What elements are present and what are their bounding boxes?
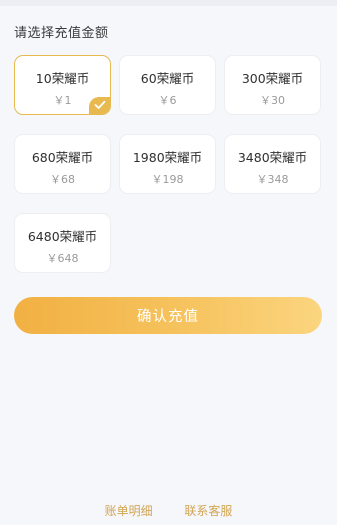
recharge-option-680[interactable]: 680荣耀币 ￥68 [14, 134, 111, 194]
option-price: ￥648 [46, 252, 79, 265]
recharge-option-1980[interactable]: 1980荣耀币 ￥198 [119, 134, 216, 194]
option-price: ￥348 [256, 173, 289, 186]
recharge-option-10[interactable]: 10荣耀币 ￥1 [14, 55, 111, 115]
bill-details-link[interactable]: 账单明细 [105, 502, 153, 519]
option-price: ￥68 [50, 173, 75, 186]
recharge-option-60[interactable]: 60荣耀币 ￥6 [119, 55, 216, 115]
recharge-options-grid: 10荣耀币 ￥1 60荣耀币 ￥6 300荣耀币 ￥30 680荣耀币 ￥68 … [14, 55, 322, 273]
confirm-recharge-button[interactable]: 确认充值 [14, 297, 322, 334]
option-price: ￥198 [151, 173, 184, 186]
option-name: 10荣耀币 [35, 71, 90, 86]
option-price: ￥6 [158, 94, 177, 107]
option-name: 60荣耀币 [140, 71, 195, 86]
selected-badge [89, 97, 110, 114]
option-price: ￥30 [260, 94, 285, 107]
option-name: 300荣耀币 [241, 71, 304, 86]
page-title: 请选择充值金额 [14, 26, 109, 41]
footer-links: 账单明细 联系客服 [0, 502, 337, 519]
recharge-option-6480[interactable]: 6480荣耀币 ￥648 [14, 213, 111, 273]
contact-service-link[interactable]: 联系客服 [184, 502, 232, 519]
recharge-option-3480[interactable]: 3480荣耀币 ￥348 [224, 134, 321, 194]
top-strip [0, 0, 337, 6]
option-name: 3480荣耀币 [237, 150, 308, 165]
recharge-option-300[interactable]: 300荣耀币 ￥30 [224, 55, 321, 115]
option-name: 6480荣耀币 [27, 229, 98, 244]
checkmark-icon [94, 100, 106, 109]
option-name: 680荣耀币 [31, 150, 94, 165]
option-name: 1980荣耀币 [132, 150, 203, 165]
